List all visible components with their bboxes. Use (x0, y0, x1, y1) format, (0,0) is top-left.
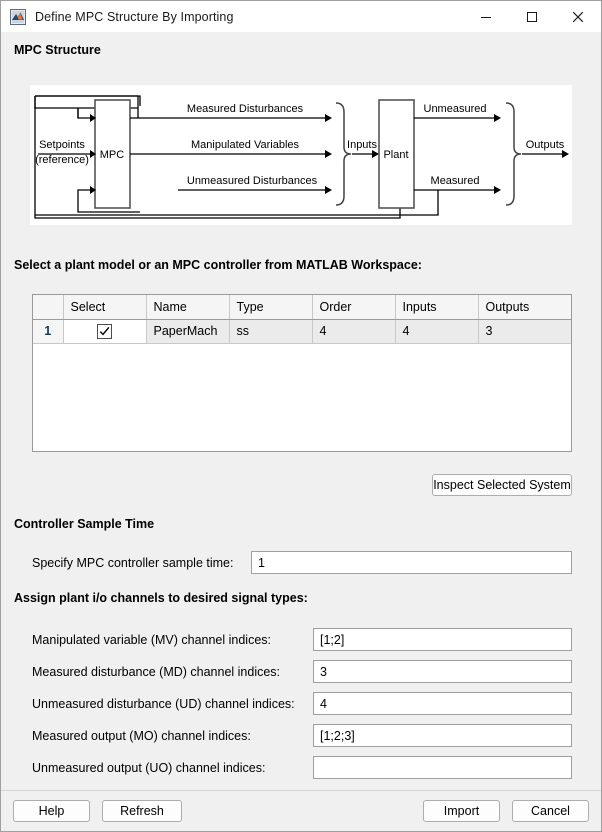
matlab-icon (10, 8, 26, 25)
md-channel-input[interactable]: 3 (313, 660, 572, 683)
model-table[interactable]: Select Name Type Order Inputs Outputs 1 (32, 294, 572, 452)
mo-channel-label: Measured output (MO) channel indices: (32, 729, 251, 743)
column-header-name[interactable]: Name (146, 295, 230, 320)
inspect-selected-system-button[interactable]: Inspect Selected System (432, 474, 572, 496)
cell-type: ss (229, 319, 313, 344)
table-header-row: Select Name Type Order Inputs Outputs (33, 295, 571, 320)
diagram-label-manipulated-variables: Manipulated Variables (191, 139, 300, 151)
minimize-icon[interactable] (463, 1, 509, 32)
dialog-content: MPC Structure MPC Plant Setpoints (refer… (1, 32, 601, 831)
diagram-block-mpc: MPC (100, 149, 125, 161)
section-heading-select-model: Select a plant model or an MPC controlle… (14, 258, 422, 272)
table-corner-cell (33, 295, 64, 320)
section-heading-controller-sample-time: Controller Sample Time (14, 517, 155, 531)
cell-name: PaperMach (146, 319, 230, 344)
diagram-block-plant: Plant (383, 149, 408, 161)
uo-channel-label: Unmeasured output (UO) channel indices: (32, 761, 266, 775)
cell-outputs: 3 (478, 319, 571, 344)
mv-channel-label: Manipulated variable (MV) channel indice… (32, 633, 272, 647)
footer-divider (1, 790, 601, 791)
uo-channel-input[interactable] (313, 756, 572, 779)
md-channel-label: Measured disturbance (MD) channel indice… (32, 665, 281, 679)
cell-order: 4 (312, 319, 396, 344)
row-select-cell[interactable] (63, 319, 147, 344)
cancel-button[interactable]: Cancel (512, 800, 589, 822)
window-title: Define MPC Structure By Importing (35, 9, 234, 24)
window-controls (463, 1, 601, 32)
diagram-label-setpoints-2: (reference) (35, 154, 89, 166)
mpc-block-diagram: MPC Plant Setpoints (reference) Measured… (30, 85, 572, 225)
row-index: 1 (33, 319, 64, 344)
refresh-button[interactable]: Refresh (102, 800, 182, 822)
checkbox-checked-icon[interactable] (97, 323, 112, 339)
close-icon[interactable] (555, 1, 601, 32)
diagram-label-unmeasured-disturbances: Unmeasured Disturbances (187, 175, 318, 187)
mv-channel-input[interactable]: [1;2] (313, 628, 572, 651)
sample-time-input[interactable]: 1 (251, 551, 572, 574)
column-header-select[interactable]: Select (63, 295, 147, 320)
diagram-label-measured: Measured (431, 175, 480, 187)
maximize-icon[interactable] (509, 1, 555, 32)
cell-inputs: 4 (395, 319, 479, 344)
title-bar: Define MPC Structure By Importing (1, 1, 601, 33)
sample-time-label: Specify MPC controller sample time: (32, 556, 234, 570)
column-header-order[interactable]: Order (312, 295, 396, 320)
diagram-label-inputs: Inputs (347, 139, 377, 151)
column-header-type[interactable]: Type (229, 295, 313, 320)
ud-channel-input[interactable]: 4 (313, 692, 572, 715)
ud-channel-label: Unmeasured disturbance (UD) channel indi… (32, 697, 295, 711)
column-header-inputs[interactable]: Inputs (395, 295, 479, 320)
section-heading-mpc-structure: MPC Structure (14, 43, 101, 57)
help-button[interactable]: Help (13, 800, 90, 822)
table-row[interactable]: 1 PaperMach ss 4 4 3 (33, 319, 571, 344)
diagram-label-unmeasured: Unmeasured (424, 103, 487, 115)
section-heading-assign-channels: Assign plant i/o channels to desired sig… (14, 591, 308, 605)
mo-channel-input[interactable]: [1;2;3] (313, 724, 572, 747)
diagram-label-outputs: Outputs (526, 139, 565, 151)
column-header-outputs[interactable]: Outputs (478, 295, 571, 320)
import-button[interactable]: Import (423, 800, 500, 822)
diagram-label-measured-disturbances: Measured Disturbances (187, 103, 304, 115)
dialog-window: Define MPC Structure By Importing MPC St… (0, 0, 602, 832)
diagram-label-setpoints-1: Setpoints (39, 139, 85, 151)
